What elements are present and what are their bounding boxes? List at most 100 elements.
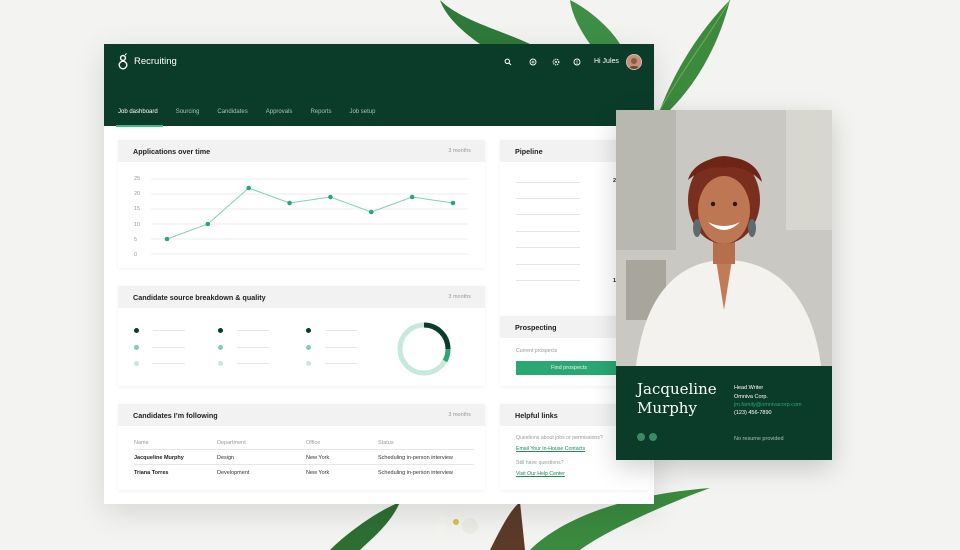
candidate-photo [616,110,832,366]
find-prospects-button[interactable]: Find prospects [516,361,622,375]
linkedin-icon[interactable] [649,433,657,441]
applications-line-chart: 25 20 15 10 5 0 [118,162,485,268]
legend-bar [325,347,357,348]
data-point[interactable] [328,194,333,200]
pipeline-row-line [516,231,580,232]
source-breakdown-card: Candidate source breakdown & quality 3 m… [118,286,485,386]
candidate-name-link[interactable]: Jacqueline Murphy [134,455,184,461]
applications-card-header: Applications over time 3 months [118,140,485,162]
legend-bar [237,363,269,364]
candidate-department: Design [217,455,235,461]
legend-bar [153,347,185,348]
app-title: Recruiting [134,56,177,67]
column-header-name[interactable]: Name [134,440,149,446]
legend-dot-dark [218,328,223,333]
table-divider [134,464,474,465]
user-avatar[interactable] [626,54,642,70]
pipeline-row-line [516,280,580,281]
following-card-period[interactable]: 3 months [448,412,471,418]
chart-plot-area [151,178,468,255]
tab-job-setup[interactable]: Job setup [349,109,384,123]
avatar-image [627,55,641,69]
candidate-name-link[interactable]: Triana Torres [134,470,168,476]
tab-sourcing[interactable]: Sourcing [176,109,209,123]
pipeline-row-line [516,182,580,183]
data-point[interactable] [450,200,456,206]
candidate-role: Head Writer [734,385,764,391]
pipeline-row-line [516,214,580,215]
legend-bar [325,363,357,364]
legend-dot-light [134,361,139,366]
tab-approvals[interactable]: Approvals [266,109,302,123]
column-header-office[interactable]: Office [306,440,320,446]
current-prospects-label: Current prospects [516,348,558,354]
help-icon[interactable] [573,58,581,66]
candidate-office: New York [306,455,330,461]
email-contacts-link[interactable]: Email Your In-House Contacts [516,446,585,452]
candidate-first-name: Jacqueline [637,380,717,398]
column-header-status[interactable]: Status [378,440,394,446]
help-question-more: Still have questions? [516,460,564,466]
legend-bar [153,363,185,364]
candidate-last-name: Murphy [637,399,697,417]
source-card-header: Candidate source breakdown & quality 3 m… [118,286,485,308]
candidate-office: New York [306,470,330,476]
tab-job-dashboard[interactable]: Job dashboard [116,109,167,127]
column-header-department[interactable]: Department [217,440,246,446]
source-donut-chart [397,322,451,376]
search-icon[interactable] [504,58,512,66]
data-point[interactable] [246,185,252,191]
legend-dot-dark [134,328,139,333]
pipeline-row-line [516,264,580,265]
candidate-profile-card: Jacqueline Murphy Head Writer Omniva Cor… [616,110,832,460]
tab-candidates[interactable]: Candidates [217,109,256,123]
source-card-period[interactable]: 3 months [448,294,471,300]
source-card-title: Candidate source breakdown & quality [133,293,266,302]
table-divider [134,449,474,450]
data-point[interactable] [368,209,374,215]
candidate-email-link[interactable]: jm.family@omnivacorp.com [734,402,802,408]
pipeline-row-line [516,247,580,248]
data-point[interactable] [205,221,211,227]
following-card-header: Candidates I’m following 3 months [118,404,485,426]
legend-dot-mid [306,345,311,350]
data-point[interactable] [164,236,170,242]
top-navigation-bar: Recruiting Hi Jules Job dashboard Sourci… [104,44,654,127]
candidate-status: Scheduling in-person interview [378,470,453,476]
greenhouse-logo-icon[interactable] [117,53,129,71]
legend-bar [153,330,185,331]
legend-dot-dark [306,328,311,333]
facebook-icon[interactable] [637,433,645,441]
following-card: Candidates I’m following 3 months Name D… [118,404,485,490]
add-icon[interactable] [529,58,537,66]
settings-icon[interactable] [552,58,560,66]
user-greeting: Hi Jules [594,58,619,65]
prospecting-card-title: Prospecting [515,323,557,332]
pipeline-card-title: Pipeline [515,147,543,156]
candidate-company: Omniva Corp. [734,394,768,400]
helpful-links-title: Helpful links [515,411,558,420]
main-tabs: Job dashboard Sourcing Candidates Approv… [116,109,393,127]
data-point[interactable] [409,194,415,200]
tab-reports[interactable]: Reports [310,109,340,123]
legend-dot-light [306,361,311,366]
help-center-link[interactable]: Visit Our Help Center [516,471,565,477]
recruiting-app-window: Recruiting Hi Jules Job dashboard Sourci… [104,44,654,504]
legend-dot-mid [218,345,223,350]
pipeline-row-line [516,198,580,199]
candidate-phone: (123) 456-7890 [734,410,772,416]
legend-dot-mid [134,345,139,350]
legend-bar [237,347,269,348]
candidate-name: Jacqueline Murphy [637,380,737,418]
resume-status: No resume provided [734,436,784,442]
applications-card: Applications over time 3 months 25 20 15… [118,140,485,268]
series-line [166,187,454,240]
help-question-jobs: Questions about jobs or permissions? [516,435,603,441]
data-point[interactable] [287,200,292,206]
legend-dot-light [218,361,223,366]
legend-bar [325,330,357,331]
candidate-department: Development [217,470,250,476]
applications-card-period[interactable]: 3 months [448,148,471,154]
following-card-title: Candidates I’m following [133,411,218,420]
candidate-status: Scheduling in-person interview [378,455,453,461]
